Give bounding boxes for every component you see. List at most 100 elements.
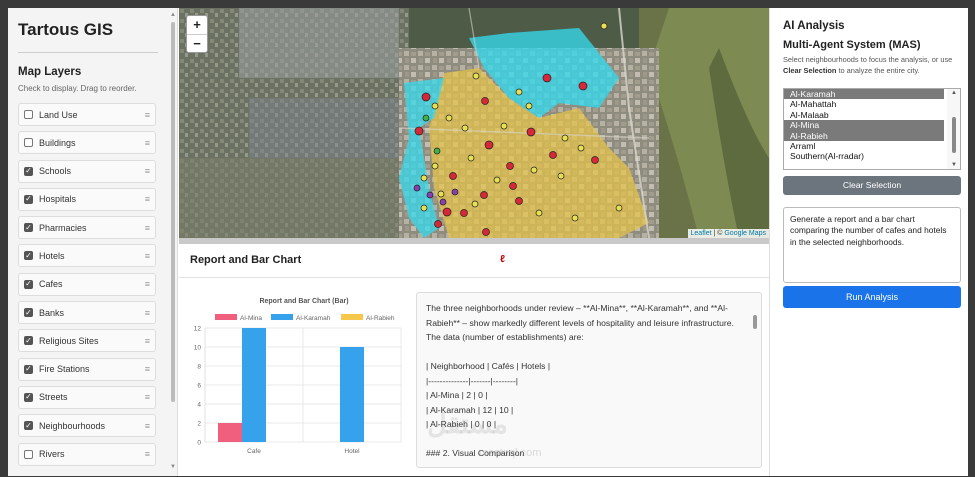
neighbourhood-option[interactable]: Al-Rabieh xyxy=(784,130,944,141)
layer-checkbox[interactable]: ✓ xyxy=(24,166,33,176)
map-layers-heading: Map Layers xyxy=(18,66,82,78)
report-text-line: |--------------|-------|--------| xyxy=(426,375,518,386)
neighbourhood-option[interactable]: Al-Karamah xyxy=(784,89,944,100)
drag-handle-icon[interactable]: ≡ xyxy=(145,166,150,176)
drag-handle-icon[interactable]: ≡ xyxy=(145,308,150,318)
map-attribution: Leaflet | © Google Maps xyxy=(687,229,769,238)
desc-text-after: to analyze the entire city. xyxy=(836,66,920,75)
y-tick-label: 10 xyxy=(194,345,202,352)
drag-handle-icon[interactable]: ≡ xyxy=(145,392,150,402)
layer-item[interactable]: Rivers ≡ xyxy=(18,442,156,466)
report-text-area[interactable]: The three neighborhoods under review – *… xyxy=(416,292,762,468)
layer-item[interactable]: ✓ Pharmacies ≡ xyxy=(18,216,156,240)
layer-item[interactable]: ✓ Hotels ≡ xyxy=(18,244,156,268)
listbox-scrollbar[interactable]: ▲ ▼ xyxy=(947,89,960,169)
neighbourhood-multiselect[interactable]: Al-Karamah Al-Mahattah Al-Malaab Al-Mina Al-… xyxy=(783,88,961,170)
layer-checkbox[interactable]: ✓ xyxy=(24,223,33,233)
neighbourhood-option[interactable]: Al-Mahattah xyxy=(784,99,944,109)
drag-handle-icon[interactable]: ≡ xyxy=(145,194,150,204)
map-view[interactable]: + − Leaflet | © Google Maps xyxy=(179,8,769,238)
neighbourhood-options: Al-Karamah Al-Mahattah Al-Malaab Al-Mina Al-… xyxy=(784,89,960,162)
drag-handle-icon[interactable]: ≡ xyxy=(145,223,150,233)
layer-label: Rivers xyxy=(39,449,65,460)
layer-checkbox[interactable]: ✓ xyxy=(24,364,33,374)
layer-item[interactable]: ✓ Streets ≡ xyxy=(18,385,156,409)
layer-item[interactable]: ✓ Fire Stations ≡ xyxy=(18,357,156,381)
drag-handle-icon[interactable]: ≡ xyxy=(145,110,150,120)
ai-panel-description: Select neighbourhoods to focus the analy… xyxy=(783,54,963,76)
zoom-in-button[interactable]: + xyxy=(187,16,207,34)
layer-item[interactable]: ✓ Schools ≡ xyxy=(18,159,156,183)
drag-handle-icon[interactable]: ≡ xyxy=(145,421,150,431)
layer-label: Neighbourhoods xyxy=(39,420,106,431)
analysis-prompt-textarea[interactable]: Generate a report and a bar chart compar… xyxy=(783,207,961,283)
neighbourhood-option[interactable]: Southern(Al-rradar) xyxy=(784,151,944,161)
legend-label: Al-Karamah xyxy=(296,315,331,322)
y-tick-label: 4 xyxy=(197,402,201,409)
layer-checkbox[interactable]: ✓ xyxy=(24,336,33,346)
drag-handle-icon[interactable]: ≡ xyxy=(145,251,150,261)
layer-checkbox[interactable]: ✓ xyxy=(24,421,33,431)
neighbourhood-option[interactable]: Al-Mina xyxy=(784,120,944,131)
run-analysis-button[interactable]: Run Analysis xyxy=(783,286,961,308)
layer-checkbox[interactable]: ✓ xyxy=(24,251,33,261)
legend-label: Al-Mina xyxy=(240,315,262,322)
x-tick-label: Cafe xyxy=(247,448,261,455)
drag-handle-icon[interactable]: ≡ xyxy=(145,449,150,459)
leaflet-link[interactable]: Leaflet xyxy=(691,230,712,237)
red-cursor-mark: ℓ xyxy=(500,254,505,265)
y-tick-label: 6 xyxy=(197,383,201,390)
listbox-scroll-thumb[interactable] xyxy=(952,117,956,153)
y-tick-label: 8 xyxy=(197,364,201,371)
sidebar-scrollbar[interactable]: ▲ ▼ xyxy=(170,12,176,472)
clear-selection-button[interactable]: Clear Selection xyxy=(783,176,961,195)
y-tick-label: 0 xyxy=(197,440,201,447)
neighbourhood-option[interactable]: Al-Malaab xyxy=(784,110,944,120)
report-scroll-thumb[interactable] xyxy=(753,315,757,329)
layer-checkbox[interactable]: ✓ xyxy=(24,279,33,289)
layer-checkbox[interactable] xyxy=(24,110,33,119)
drag-handle-icon[interactable]: ≡ xyxy=(145,336,150,346)
legend-swatch xyxy=(215,314,237,320)
attribution-separator: | © xyxy=(711,230,725,237)
satellite-map[interactable] xyxy=(179,8,769,238)
layer-label: Cafes xyxy=(39,279,63,290)
layer-checkbox[interactable]: ✓ xyxy=(24,308,33,318)
scroll-up-arrow-icon[interactable]: ▲ xyxy=(170,12,176,18)
sidebar-divider xyxy=(18,52,158,53)
sidebar-scroll-thumb[interactable] xyxy=(171,22,175,402)
layer-checkbox[interactable] xyxy=(24,138,33,148)
legend-swatch xyxy=(271,314,293,320)
layer-label: Buildings xyxy=(39,137,76,148)
zoom-out-button[interactable]: − xyxy=(187,34,207,52)
neighbourhood-option[interactable]: Arraml xyxy=(784,141,944,151)
google-maps-link[interactable]: Google Maps xyxy=(724,230,766,237)
layer-label: Banks xyxy=(39,307,65,318)
layer-item[interactable]: ✓ Cafes ≡ xyxy=(18,272,156,296)
layer-item[interactable]: Buildings ≡ xyxy=(18,131,156,155)
report-text-line xyxy=(426,345,744,360)
layer-item[interactable]: ✓ Hospitals ≡ xyxy=(18,187,156,211)
report-divider xyxy=(179,277,769,278)
layer-checkbox[interactable] xyxy=(24,449,33,459)
layer-item[interactable]: ✓ Neighbourhoods ≡ xyxy=(18,414,156,438)
map-layers-hint: Check to display. Drag to reorder. xyxy=(18,84,137,93)
layer-item[interactable]: ✓ Religious Sites ≡ xyxy=(18,329,156,353)
listbox-up-arrow-icon[interactable]: ▲ xyxy=(951,90,957,96)
zoom-control: + − xyxy=(186,15,208,53)
layer-item[interactable]: Land Use ≡ xyxy=(18,103,156,126)
watermark-url: mostaql.com xyxy=(479,447,542,459)
drag-handle-icon[interactable]: ≡ xyxy=(145,279,150,289)
layer-label: Religious Sites xyxy=(39,335,99,346)
drag-handle-icon[interactable]: ≡ xyxy=(145,138,150,148)
scroll-down-arrow-icon[interactable]: ▼ xyxy=(170,464,176,470)
layer-checkbox[interactable]: ✓ xyxy=(24,392,33,402)
bar-chart: Report and Bar Chart (Bar) Al-Mina Al-Kara… xyxy=(194,298,402,455)
layer-item[interactable]: ✓ Banks ≡ xyxy=(18,301,156,325)
listbox-down-arrow-icon[interactable]: ▼ xyxy=(951,162,957,168)
watermark-logo: مستقل xyxy=(427,409,508,439)
bar-al-karamah-cafe xyxy=(242,328,266,442)
layer-checkbox[interactable]: ✓ xyxy=(24,194,33,204)
layer-label: Pharmacies xyxy=(39,222,87,233)
drag-handle-icon[interactable]: ≡ xyxy=(145,364,150,374)
